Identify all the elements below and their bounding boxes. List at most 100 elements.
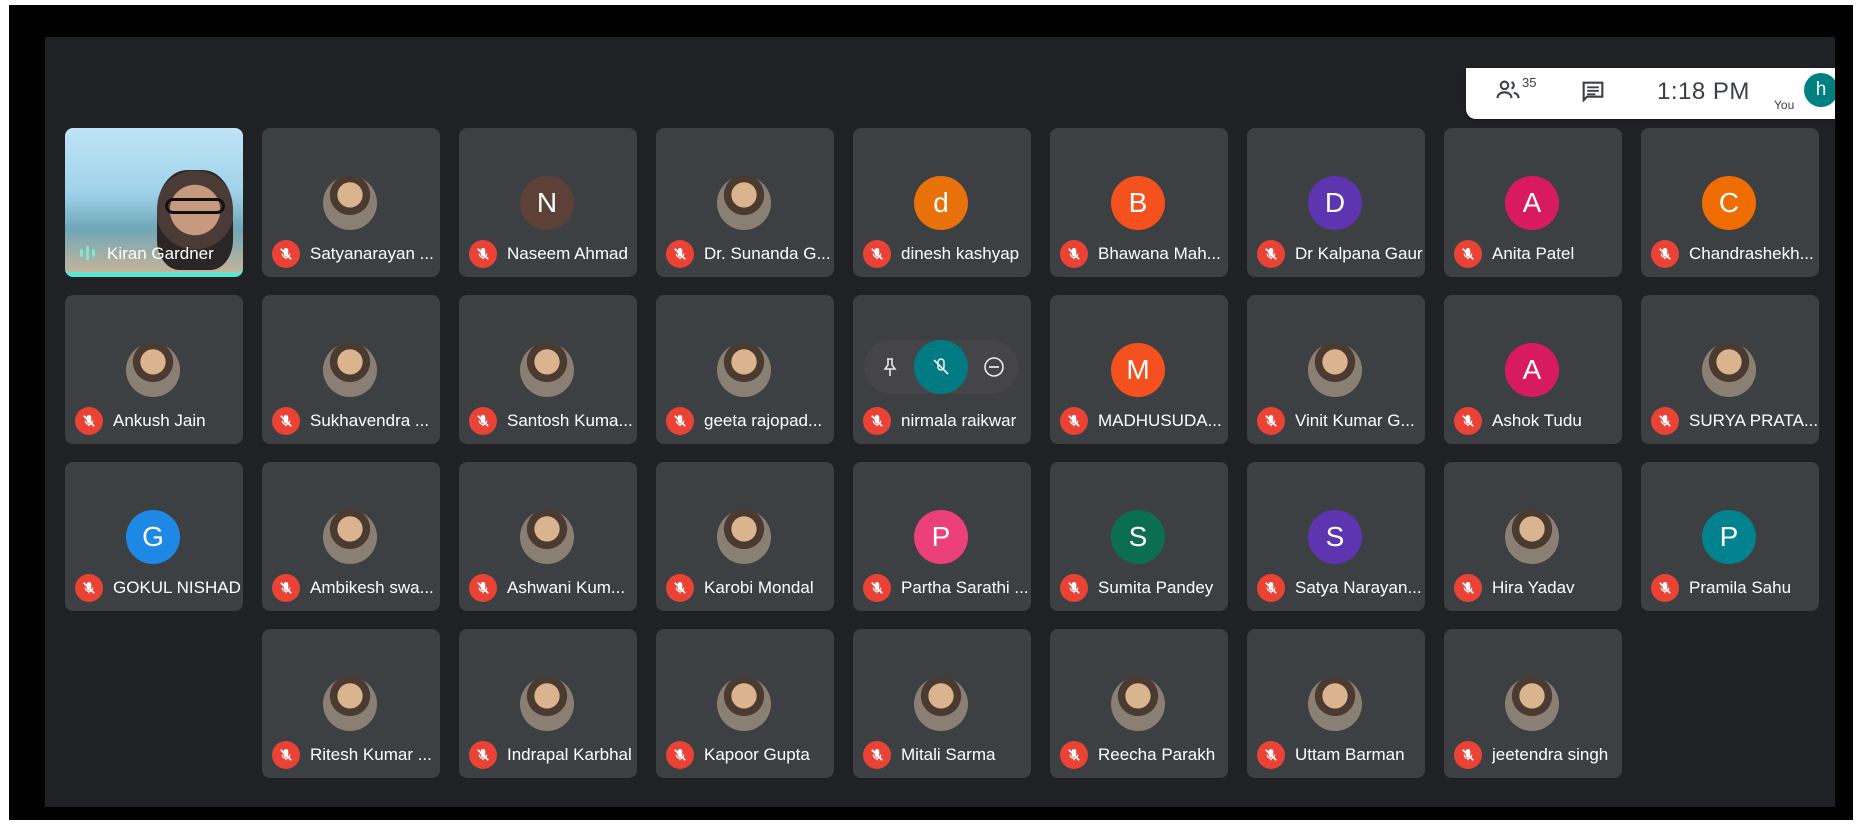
participant-avatar [1111,677,1165,731]
participant-avatar: d [914,176,968,230]
participant-name: Sukhavendra ... [310,411,430,430]
participant-tile[interactable]: geeta rajopad... [656,295,834,444]
participant-name: Bhawana Mah... [1098,244,1221,263]
participant-avatar: S [1308,510,1362,564]
participant-name: Ambikesh swa... [310,578,434,597]
remove-icon[interactable] [982,355,1006,379]
participant-tile[interactable]: P Partha Sarathi ... [853,462,1031,611]
participant-avatar: D [1308,176,1362,230]
participant-tile[interactable]: nirmala raikwar [853,295,1031,444]
participant-tile[interactable]: C Chandrashekh... [1641,128,1819,277]
participant-avatar [323,343,377,397]
participant-tile[interactable]: M MADHUSUDA... [1050,295,1228,444]
participant-tile[interactable]: P Pramila Sahu [1641,462,1819,611]
participant-avatar [323,510,377,564]
participant-tile[interactable]: S Satya Narayan... [1247,462,1425,611]
chat-button[interactable] [1579,78,1607,106]
participant-tile[interactable]: jeetendra singh [1444,629,1622,778]
participant-avatar [520,510,574,564]
participant-avatar: A [1505,343,1559,397]
participant-tile[interactable]: Satyanarayan ... [262,128,440,277]
mic-off-icon [1257,407,1285,435]
mic-off-icon [469,741,497,769]
participant-avatar: M [1111,343,1165,397]
participant-tile[interactable]: Santosh Kuma... [459,295,637,444]
participant-tile[interactable]: Karobi Mondal [656,462,834,611]
mic-off-icon [863,240,891,268]
participant-avatar [520,677,574,731]
mic-off-icon [863,741,891,769]
participant-name: SURYA PRATA... [1689,411,1817,430]
participant-tile[interactable]: Ankush Jain [65,295,243,444]
participant-tile[interactable]: Sukhavendra ... [262,295,440,444]
mic-off-icon [666,407,694,435]
participant-name: Ashwani Kum... [507,578,626,597]
mic-off-icon [1060,574,1088,602]
mic-off-icon [1257,741,1285,769]
participant-tile[interactable]: SURYA PRATA... [1641,295,1819,444]
mic-off-icon [1651,240,1679,268]
mic-off-icon [1651,574,1679,602]
participant-tile[interactable]: Mitali Sarma [853,629,1031,778]
participant-tile[interactable]: Ambikesh swa... [262,462,440,611]
participant-name: Chandrashekh... [1689,244,1814,263]
participant-tile[interactable]: N Naseem Ahmad [459,128,637,277]
participant-avatar [717,677,771,731]
participant-tile[interactable]: Kiran Gardner [65,128,243,277]
participant-avatar [323,176,377,230]
mic-off-icon [272,407,300,435]
chat-icon [1579,81,1607,110]
participant-tile[interactable]: S Sumita Pandey [1050,462,1228,611]
mute-participant-button[interactable] [914,340,968,394]
self-label: You [1774,98,1795,112]
participant-name: Indrapal Karbhal [507,745,632,764]
participant-tile[interactable]: Hira Yadav [1444,462,1622,611]
participant-tile[interactable]: Vinit Kumar G... [1247,295,1425,444]
pin-icon[interactable] [878,355,902,379]
participant-avatar [717,343,771,397]
participant-name: Hira Yadav [1492,578,1575,597]
window-frame: 35 1:18 PM You h Kiran Gardner Satyanaray… [9,5,1853,820]
mic-off-icon [666,240,694,268]
participant-name: Anita Patel [1492,244,1575,263]
participant-tile[interactable]: Ritesh Kumar ... [262,629,440,778]
participant-avatar: A [1505,176,1559,230]
participant-tile[interactable]: A Ashok Tudu [1444,295,1622,444]
mic-off-icon [1454,574,1482,602]
participant-name: jeetendra singh [1492,745,1609,764]
participant-tile[interactable]: D Dr Kalpana Gaur [1247,128,1425,277]
participant-tile[interactable]: d dinesh kashyap [853,128,1031,277]
participant-avatar: B [1111,176,1165,230]
participant-tile[interactable]: Dr. Sunanda G... [656,128,834,277]
participant-tile[interactable]: Reecha Parakh [1050,629,1228,778]
mic-off-icon [1060,407,1088,435]
mic-off-icon [863,574,891,602]
participant-tile[interactable]: Indrapal Karbhal [459,629,637,778]
mic-off-icon [469,240,497,268]
meeting-topbar: 35 1:18 PM You h [1466,68,1835,119]
mic-off-icon [1454,240,1482,268]
mic-off-icon [1060,741,1088,769]
participant-tile[interactable]: Ashwani Kum... [459,462,637,611]
participant-tile[interactable]: A Anita Patel [1444,128,1622,277]
participant-name: Ashok Tudu [1492,411,1582,430]
participant-avatar [717,176,771,230]
participant-tile[interactable]: Uttam Barman [1247,629,1425,778]
mic-off-icon [1454,407,1482,435]
participant-avatar [914,677,968,731]
mic-off-icon [469,574,497,602]
participant-tile[interactable]: Kapoor Gupta [656,629,834,778]
people-button[interactable]: 35 [1494,75,1540,108]
participant-tile[interactable]: B Bhawana Mah... [1050,128,1228,277]
participant-tile[interactable]: G GOKUL NISHAD [65,462,243,611]
mic-off-icon [863,407,891,435]
participant-name: Ankush Jain [113,411,206,430]
self-avatar[interactable]: h [1804,73,1835,107]
participant-name: Mitali Sarma [901,745,996,764]
participant-name: Satya Narayan... [1295,578,1422,597]
participant-name: Pramila Sahu [1689,578,1792,597]
mic-off-icon [1651,407,1679,435]
participant-avatar [520,343,574,397]
participant-avatar [1505,510,1559,564]
participant-name: Kapoor Gupta [704,745,810,764]
